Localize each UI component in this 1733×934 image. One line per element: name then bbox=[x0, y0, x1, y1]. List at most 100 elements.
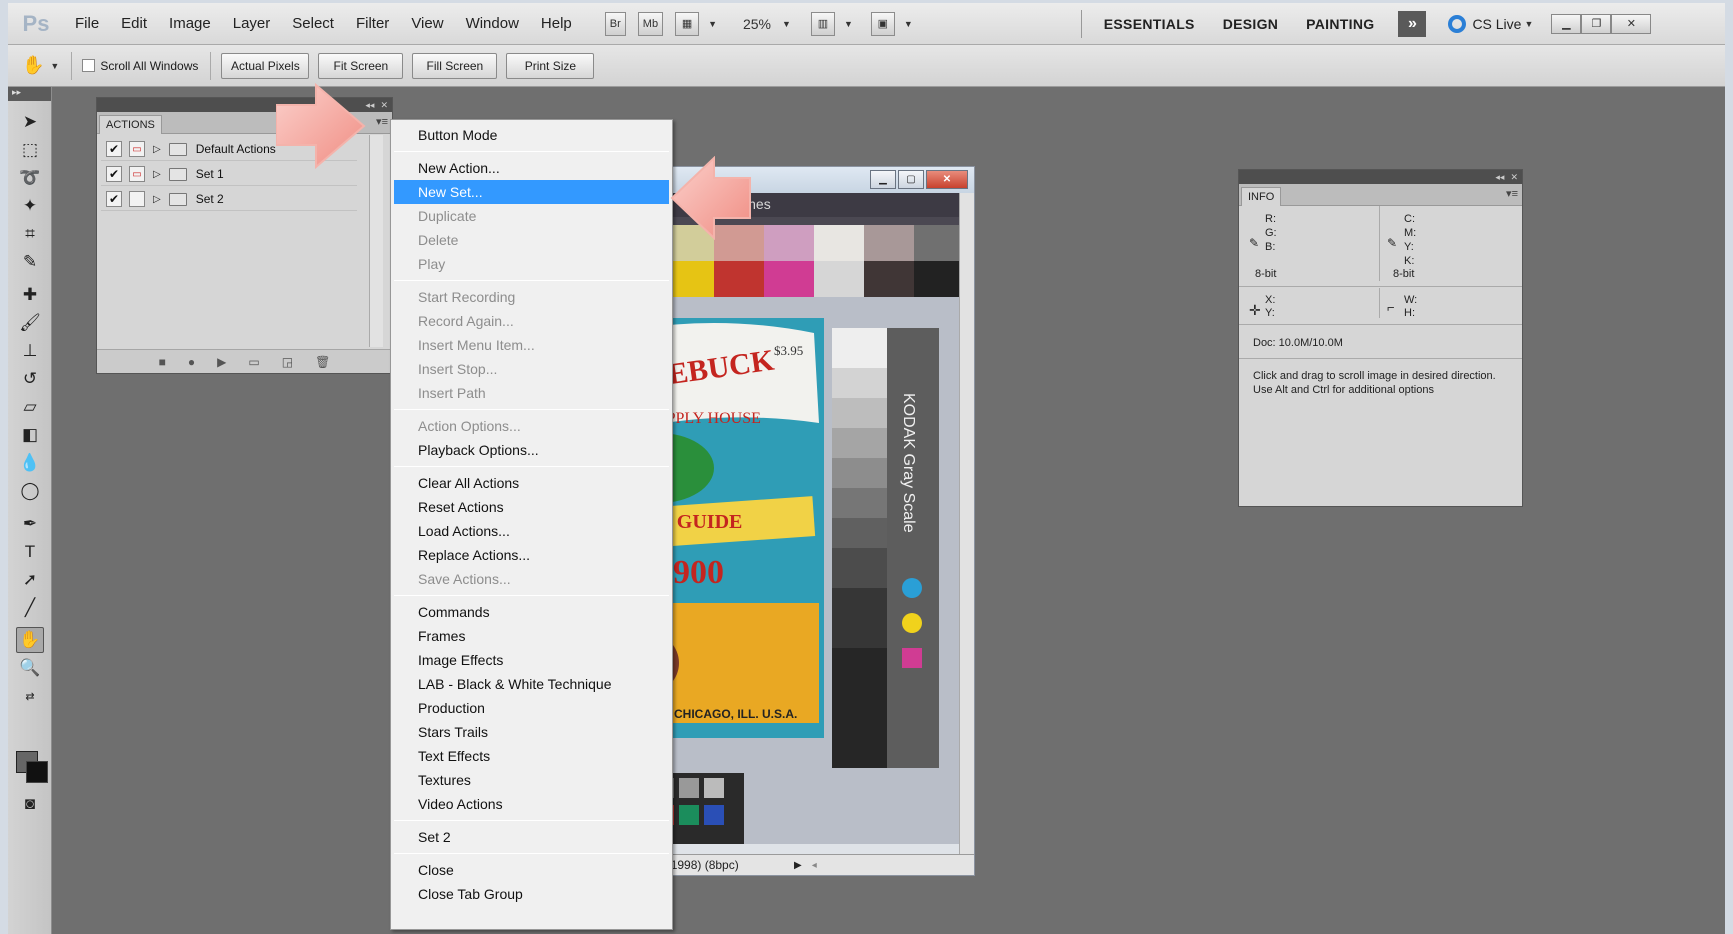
type-tool-icon[interactable]: T bbox=[16, 539, 44, 565]
workspace-painting[interactable]: PAINTING bbox=[1306, 16, 1374, 32]
menu-item-load-actions[interactable]: Load Actions... bbox=[394, 519, 669, 543]
menu-item-clear-all-actions[interactable]: Clear All Actions bbox=[394, 471, 669, 495]
maximize-icon[interactable]: ▢ bbox=[898, 170, 924, 189]
fit-screen-button[interactable]: Fit Screen bbox=[318, 52, 404, 79]
clone-stamp-tool-icon[interactable]: ⊥ bbox=[16, 338, 44, 364]
toggle-dialog-icon[interactable]: ▭ bbox=[129, 141, 145, 157]
workspace-design[interactable]: DESIGN bbox=[1223, 16, 1278, 32]
quick-mask-icon[interactable]: ◙ bbox=[16, 791, 44, 817]
menu-edit[interactable]: Edit bbox=[110, 3, 158, 45]
menu-file[interactable]: File bbox=[64, 3, 110, 45]
close-icon[interactable]: ✕ bbox=[380, 100, 388, 111]
healing-brush-tool-icon[interactable]: ✚ bbox=[16, 282, 44, 308]
close-icon[interactable]: ✕ bbox=[926, 170, 968, 189]
blur-tool-icon[interactable]: 💧 bbox=[16, 450, 44, 476]
toggle-item-checkbox[interactable]: ✔ bbox=[106, 141, 122, 157]
chevron-down-icon[interactable]: ▼ bbox=[904, 19, 913, 29]
menu-filter[interactable]: Filter bbox=[345, 3, 400, 45]
menu-item-lab-black-white-technique[interactable]: LAB - Black & White Technique bbox=[394, 672, 669, 696]
brush-tool-icon[interactable]: 🖌 bbox=[16, 310, 44, 336]
background-color-swatch[interactable] bbox=[26, 761, 48, 783]
history-brush-tool-icon[interactable]: ↺ bbox=[16, 366, 44, 392]
menu-item-new-set[interactable]: New Set... bbox=[394, 180, 669, 204]
menu-item-reset-actions[interactable]: Reset Actions bbox=[394, 495, 669, 519]
minimize-icon[interactable]: ▁ bbox=[870, 170, 896, 189]
stop-icon[interactable]: ■ bbox=[159, 355, 166, 369]
toggle-item-checkbox[interactable]: ✔ bbox=[106, 191, 122, 207]
close-icon[interactable]: ✕ bbox=[1510, 172, 1518, 183]
eraser-tool-icon[interactable]: ▱ bbox=[16, 394, 44, 420]
screen-mode-button[interactable]: ▣ bbox=[870, 11, 895, 36]
chevron-down-icon[interactable]: ▼ bbox=[844, 19, 853, 29]
dodge-tool-icon[interactable]: ◯ bbox=[16, 478, 44, 504]
info-tab[interactable]: INFO bbox=[1241, 187, 1282, 206]
menu-item-production[interactable]: Production bbox=[394, 696, 669, 720]
record-icon[interactable]: ● bbox=[188, 355, 195, 369]
crop-tool-icon[interactable]: ⌗ bbox=[16, 221, 44, 247]
hand-tool-icon[interactable]: ✋ bbox=[22, 55, 44, 76]
quick-selection-tool-icon[interactable]: ✦ bbox=[16, 193, 44, 219]
menu-item-stars-trails[interactable]: Stars Trails bbox=[394, 720, 669, 744]
toggle-dialog-icon[interactable]: ▭ bbox=[129, 191, 145, 207]
actions-tab[interactable]: ACTIONS bbox=[99, 115, 162, 134]
bridge-button[interactable]: Br bbox=[604, 11, 626, 36]
menu-item-text-effects[interactable]: Text Effects bbox=[394, 744, 669, 768]
hand-tool-icon[interactable]: ✋ bbox=[16, 627, 44, 653]
chevron-down-icon[interactable]: ▼ bbox=[50, 61, 59, 71]
menu-item-textures[interactable]: Textures bbox=[394, 768, 669, 792]
zoom-level[interactable]: 25% bbox=[743, 16, 771, 32]
path-selection-tool-icon[interactable]: ➚ bbox=[16, 567, 44, 593]
new-action-icon[interactable]: ◲ bbox=[282, 355, 293, 369]
menu-item-set-2[interactable]: Set 2 bbox=[394, 825, 669, 849]
status-menu-triangle-icon[interactable]: ▶ bbox=[794, 860, 802, 871]
menu-window[interactable]: Window bbox=[455, 3, 530, 45]
zoom-tool-icon[interactable]: 🔍 bbox=[16, 655, 44, 681]
menu-item-button-mode[interactable]: Button Mode bbox=[394, 123, 669, 147]
panel-menu-icon[interactable]: ▾≡ bbox=[376, 115, 388, 128]
cs-live-menu[interactable]: CS Live ▼ bbox=[1448, 14, 1533, 33]
close-icon[interactable]: ✕ bbox=[1611, 13, 1652, 34]
menu-layer[interactable]: Layer bbox=[222, 3, 282, 45]
actual-pixels-button[interactable]: Actual Pixels bbox=[221, 52, 310, 79]
menu-item-video-actions[interactable]: Video Actions bbox=[394, 792, 669, 816]
swap-colors-icon[interactable]: ⇄ bbox=[16, 683, 44, 709]
chevron-down-icon[interactable]: ▼ bbox=[782, 19, 791, 29]
gradient-tool-icon[interactable]: ◧ bbox=[16, 422, 44, 448]
more-workspaces-button[interactable]: » bbox=[1398, 10, 1427, 37]
workspace-essentials[interactable]: ESSENTIALS bbox=[1104, 16, 1195, 32]
menu-item-image-effects[interactable]: Image Effects bbox=[394, 648, 669, 672]
menu-view[interactable]: View bbox=[400, 3, 454, 45]
minimize-icon[interactable]: ▁ bbox=[1551, 13, 1582, 34]
scroll-left-icon[interactable]: ◂ bbox=[812, 860, 817, 871]
eyedropper-tool-icon[interactable]: ✎ bbox=[16, 249, 44, 275]
view-extras-button[interactable]: ▦ bbox=[675, 11, 700, 36]
new-set-icon[interactable]: ▭ bbox=[248, 355, 259, 369]
menu-item-replace-actions[interactable]: Replace Actions... bbox=[394, 543, 669, 567]
pen-tool-icon[interactable]: ✒ bbox=[16, 511, 44, 537]
marquee-tool-icon[interactable]: ⬚ bbox=[16, 137, 44, 163]
fill-screen-button[interactable]: Fill Screen bbox=[412, 52, 498, 79]
restore-icon[interactable]: ❐ bbox=[1581, 13, 1612, 34]
collapse-icon[interactable]: ◂◂ bbox=[1495, 172, 1504, 183]
minibridge-button[interactable]: Mb bbox=[637, 11, 664, 36]
expand-triangle-icon[interactable]: ▷ bbox=[153, 144, 161, 155]
action-set-row[interactable]: ✔ ▭ ▷ Set 2 bbox=[101, 188, 357, 211]
panel-menu-icon[interactable]: ▾≡ bbox=[1506, 187, 1518, 200]
scroll-all-windows-checkbox[interactable] bbox=[82, 59, 96, 72]
document-vertical-scrollbar[interactable] bbox=[959, 193, 974, 854]
menu-item-close[interactable]: Close bbox=[394, 858, 669, 882]
line-tool-icon[interactable]: ╱ bbox=[16, 595, 44, 621]
trash-icon[interactable]: 🗑 bbox=[315, 355, 330, 369]
menu-help[interactable]: Help bbox=[530, 3, 583, 45]
menu-item-frames[interactable]: Frames bbox=[394, 624, 669, 648]
menu-item-new-action[interactable]: New Action... bbox=[394, 156, 669, 180]
menu-item-commands[interactable]: Commands bbox=[394, 600, 669, 624]
toggle-item-checkbox[interactable]: ✔ bbox=[106, 166, 122, 182]
move-tool-icon[interactable]: ➤ bbox=[16, 109, 44, 135]
tools-collapse-icon[interactable]: ▸▸ bbox=[8, 87, 51, 101]
menu-select[interactable]: Select bbox=[281, 3, 345, 45]
expand-triangle-icon[interactable]: ▷ bbox=[153, 169, 161, 180]
expand-triangle-icon[interactable]: ▷ bbox=[153, 194, 161, 205]
print-size-button[interactable]: Print Size bbox=[506, 52, 595, 79]
menu-image[interactable]: Image bbox=[158, 3, 222, 45]
